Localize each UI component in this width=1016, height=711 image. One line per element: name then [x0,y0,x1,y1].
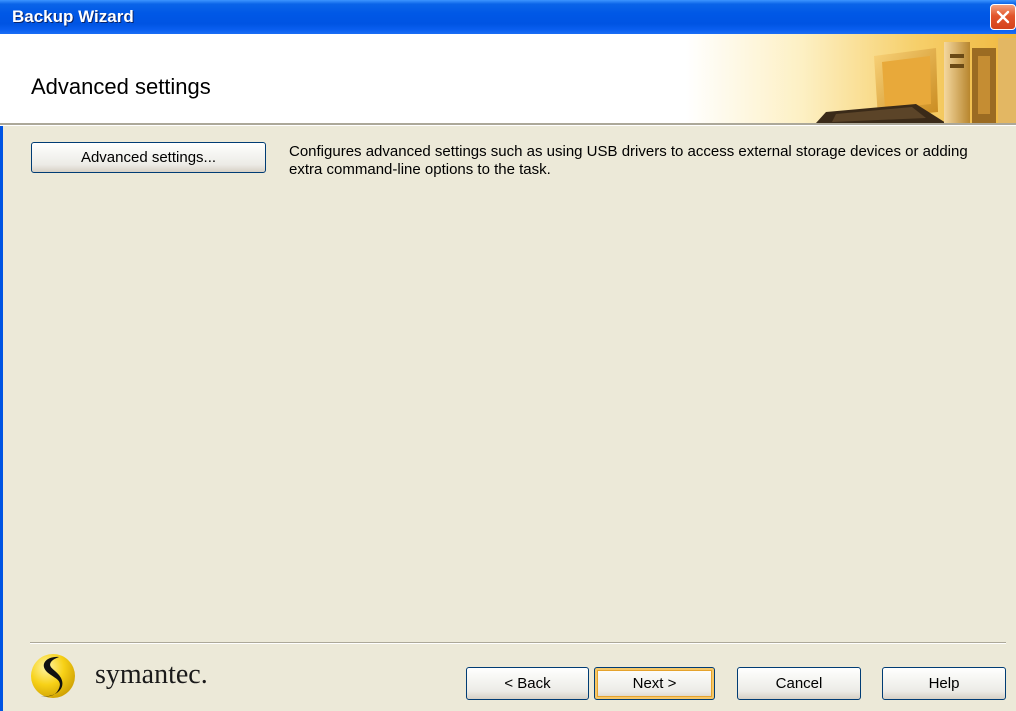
page-title: Advanced settings [31,74,211,99]
help-button[interactable]: Help [882,667,1006,700]
window-left-border [0,34,3,711]
next-button[interactable]: Next > [594,667,715,700]
advanced-settings-description: Configures advanced settings such as usi… [289,143,968,178]
advanced-settings-button[interactable]: Advanced settings... [31,142,266,173]
computer-illustration-icon [686,34,1016,123]
symantec-logo-icon [31,654,75,698]
footer-divider [30,642,1006,644]
backup-wizard-window: Backup Wizard Advanced settings Advanced… [0,0,1016,711]
title-bar[interactable]: Backup Wizard [0,0,1016,34]
symantec-logo: symantec. [27,652,247,700]
window-title: Backup Wizard [12,7,134,26]
close-button[interactable] [990,4,1016,30]
wizard-header: Advanced settings [0,34,1016,123]
back-button[interactable]: < Back [466,667,589,700]
cancel-button[interactable]: Cancel [737,667,861,700]
close-icon [996,10,1010,24]
header-divider [0,123,1016,126]
symantec-logo-text: symantec. [95,659,208,690]
